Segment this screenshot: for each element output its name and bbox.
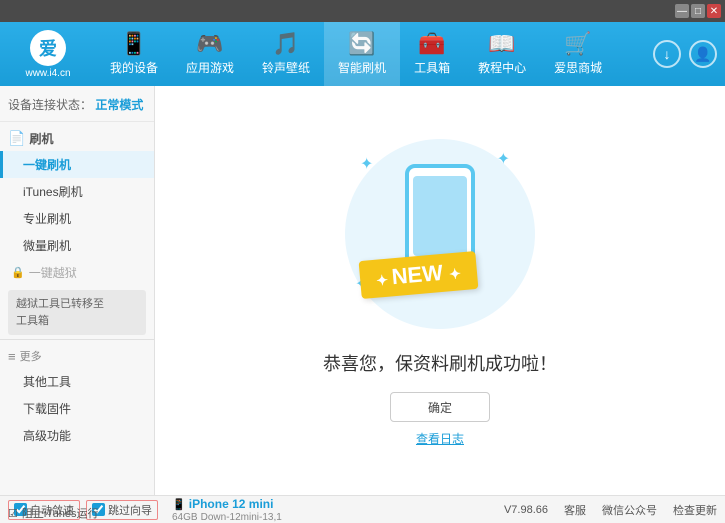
nav-item-smart-flash[interactable]: 🔄 智能刷机 [324,22,400,86]
version-label: V7.98.66 [504,504,548,516]
header: 爱 www.i4.cn 📱 我的设备 🎮 应用游戏 🎵 铃声壁纸 🔄 智能刷机 … [0,22,725,86]
nav-item-store[interactable]: 🛒 爱思商城 [540,22,616,86]
nav-right: ↓ 👤 [653,40,717,68]
tutorial-icon: 📖 [488,33,515,55]
toolbox-icon: 🧰 [418,33,445,55]
nav-label-ringtones: 铃声壁纸 [262,59,310,76]
sidebar-item-pro-flash[interactable]: 专业刷机 [0,205,154,232]
sidebar: 设备连接状态： 正常模式 📄 刷机 一键刷机 iTunes刷机 专业刷机 微量刷… [0,86,155,495]
smart-flash-icon: 🔄 [348,33,375,55]
nav-item-tutorial[interactable]: 📖 教程中心 [464,22,540,86]
title-bar: — □ ✕ [0,0,725,22]
nav-label-tutorial: 教程中心 [478,59,526,76]
nav-label-my-device: 我的设备 [110,59,158,76]
advanced-label: 高级功能 [23,429,71,443]
apps-games-icon: 🎮 [196,33,223,55]
other-tools-label: 其他工具 [23,375,71,389]
device-info: 📱 iPhone 12 mini 64GB Down-12mini-13,1 [172,497,282,523]
jailbreak-notice-text: 越狱工具已转移至工具箱 [16,298,104,327]
customer-service-link[interactable]: 客服 [564,502,586,518]
nav-label-toolbox: 工具箱 [414,59,450,76]
success-message: 恭喜您，保资料刷机成功啦！ [323,350,557,376]
device-storage: 64GB [172,512,198,523]
logo-icon: 爱 [30,30,66,66]
sparkle-1: ✦ [360,154,373,174]
main-layout: 设备连接状态： 正常模式 📄 刷机 一键刷机 iTunes刷机 专业刷机 微量刷… [0,86,725,495]
bottom-right: V7.98.66 客服 微信公众号 检查更新 [504,502,717,518]
status-label: 设备连接状态： [8,98,92,112]
nav-label-store: 爱思商城 [554,59,602,76]
close-button[interactable]: ✕ [707,4,721,18]
view-log-link[interactable]: 查看日志 [416,430,464,447]
jailbreak-label: 一键越狱 [29,264,77,281]
lock-icon: 🔒 [11,266,25,279]
illustration: ✦ ✦ ✦ NEW [340,134,540,334]
sparkle-2: ✦ [497,149,510,169]
jailbreak-notice: 越狱工具已转移至工具箱 [8,290,146,335]
sidebar-item-advanced[interactable]: 高级功能 [0,422,154,449]
download-firmware-label: 下载固件 [23,402,71,416]
device-name: iPhone 12 mini [189,497,274,511]
content-area: ✦ ✦ ✦ NEW 恭喜您，保资料刷机成功啦！ 确定 查看日志 [155,86,725,495]
bottom-bar: 自动敛速 跳过向导 📱 iPhone 12 mini 64GB Down-12m… [0,495,725,523]
itunes-flash-label: iTunes刷机 [23,185,83,199]
store-icon: 🛒 [564,33,591,55]
nav-item-ringtones[interactable]: 🎵 铃声壁纸 [248,22,324,86]
sidebar-item-jailbreak: 🔒 一键越狱 [0,259,154,286]
status-value: 正常模式 [95,98,143,112]
pro-flash-label: 专业刷机 [23,212,71,226]
sidebar-item-itunes-flash[interactable]: iTunes刷机 [0,178,154,205]
logo-subtitle: www.i4.cn [25,68,70,79]
nav-item-my-device[interactable]: 📱 我的设备 [96,22,172,86]
nav-item-apps-games[interactable]: 🎮 应用游戏 [172,22,248,86]
phone-screen [413,176,467,256]
maximize-button[interactable]: □ [691,4,705,18]
wechat-link[interactable]: 微信公众号 [602,502,657,518]
download-icon: ↓ [664,46,671,62]
sidebar-item-micro-flash[interactable]: 微量刷机 [0,232,154,259]
device-firmware-text: Down-12mini-13,1 [201,512,282,523]
check-update-link[interactable]: 检查更新 [673,502,717,518]
checkbox-icon: ☑ [8,507,18,520]
one-click-flash-label: 一键刷机 [23,158,71,172]
more-section-label: 更多 [0,344,154,368]
sidebar-item-one-click-flash[interactable]: 一键刷机 [0,151,154,178]
minimize-button[interactable]: — [675,4,689,18]
micro-flash-label: 微量刷机 [23,239,71,253]
flash-section-icon: 📄 [8,130,25,147]
logo[interactable]: 爱 www.i4.cn [8,28,88,80]
nav-label-smart-flash: 智能刷机 [338,59,386,76]
nav-item-toolbox[interactable]: 🧰 工具箱 [400,22,464,86]
my-device-icon: 📱 [120,33,147,55]
sidebar-item-other-tools[interactable]: 其他工具 [0,368,154,395]
device-status: 设备连接状态： 正常模式 [0,92,154,122]
confirm-button[interactable]: 确定 [390,392,490,422]
download-button[interactable]: ↓ [653,40,681,68]
sidebar-divider [0,339,154,340]
itunes-status-text: 阻止iTunes运行 [22,505,99,521]
user-button[interactable]: 👤 [689,40,717,68]
nav-items: 📱 我的设备 🎮 应用游戏 🎵 铃声壁纸 🔄 智能刷机 🧰 工具箱 📖 教程中心… [96,22,653,86]
new-badge-text: NEW [391,260,444,289]
ringtones-icon: 🎵 [272,33,299,55]
itunes-status-row: ☑ 阻止iTunes运行 [8,505,98,521]
nav-label-apps-games: 应用游戏 [186,59,234,76]
itunes-status: ☑ 阻止iTunes运行 [8,505,98,521]
bottom-footer-row: 自动敛速 跳过向导 📱 iPhone 12 mini 64GB Down-12m… [8,497,717,523]
skip-wizard-label: 跳过向导 [108,502,152,518]
sidebar-item-download-firmware[interactable]: 下载固件 [0,395,154,422]
user-icon: 👤 [694,46,711,63]
flash-section-label: 刷机 [29,130,53,147]
phone-small-icon: 📱 [172,499,189,511]
flash-section-header: 📄 刷机 [0,126,154,151]
more-label: 更多 [20,348,42,364]
